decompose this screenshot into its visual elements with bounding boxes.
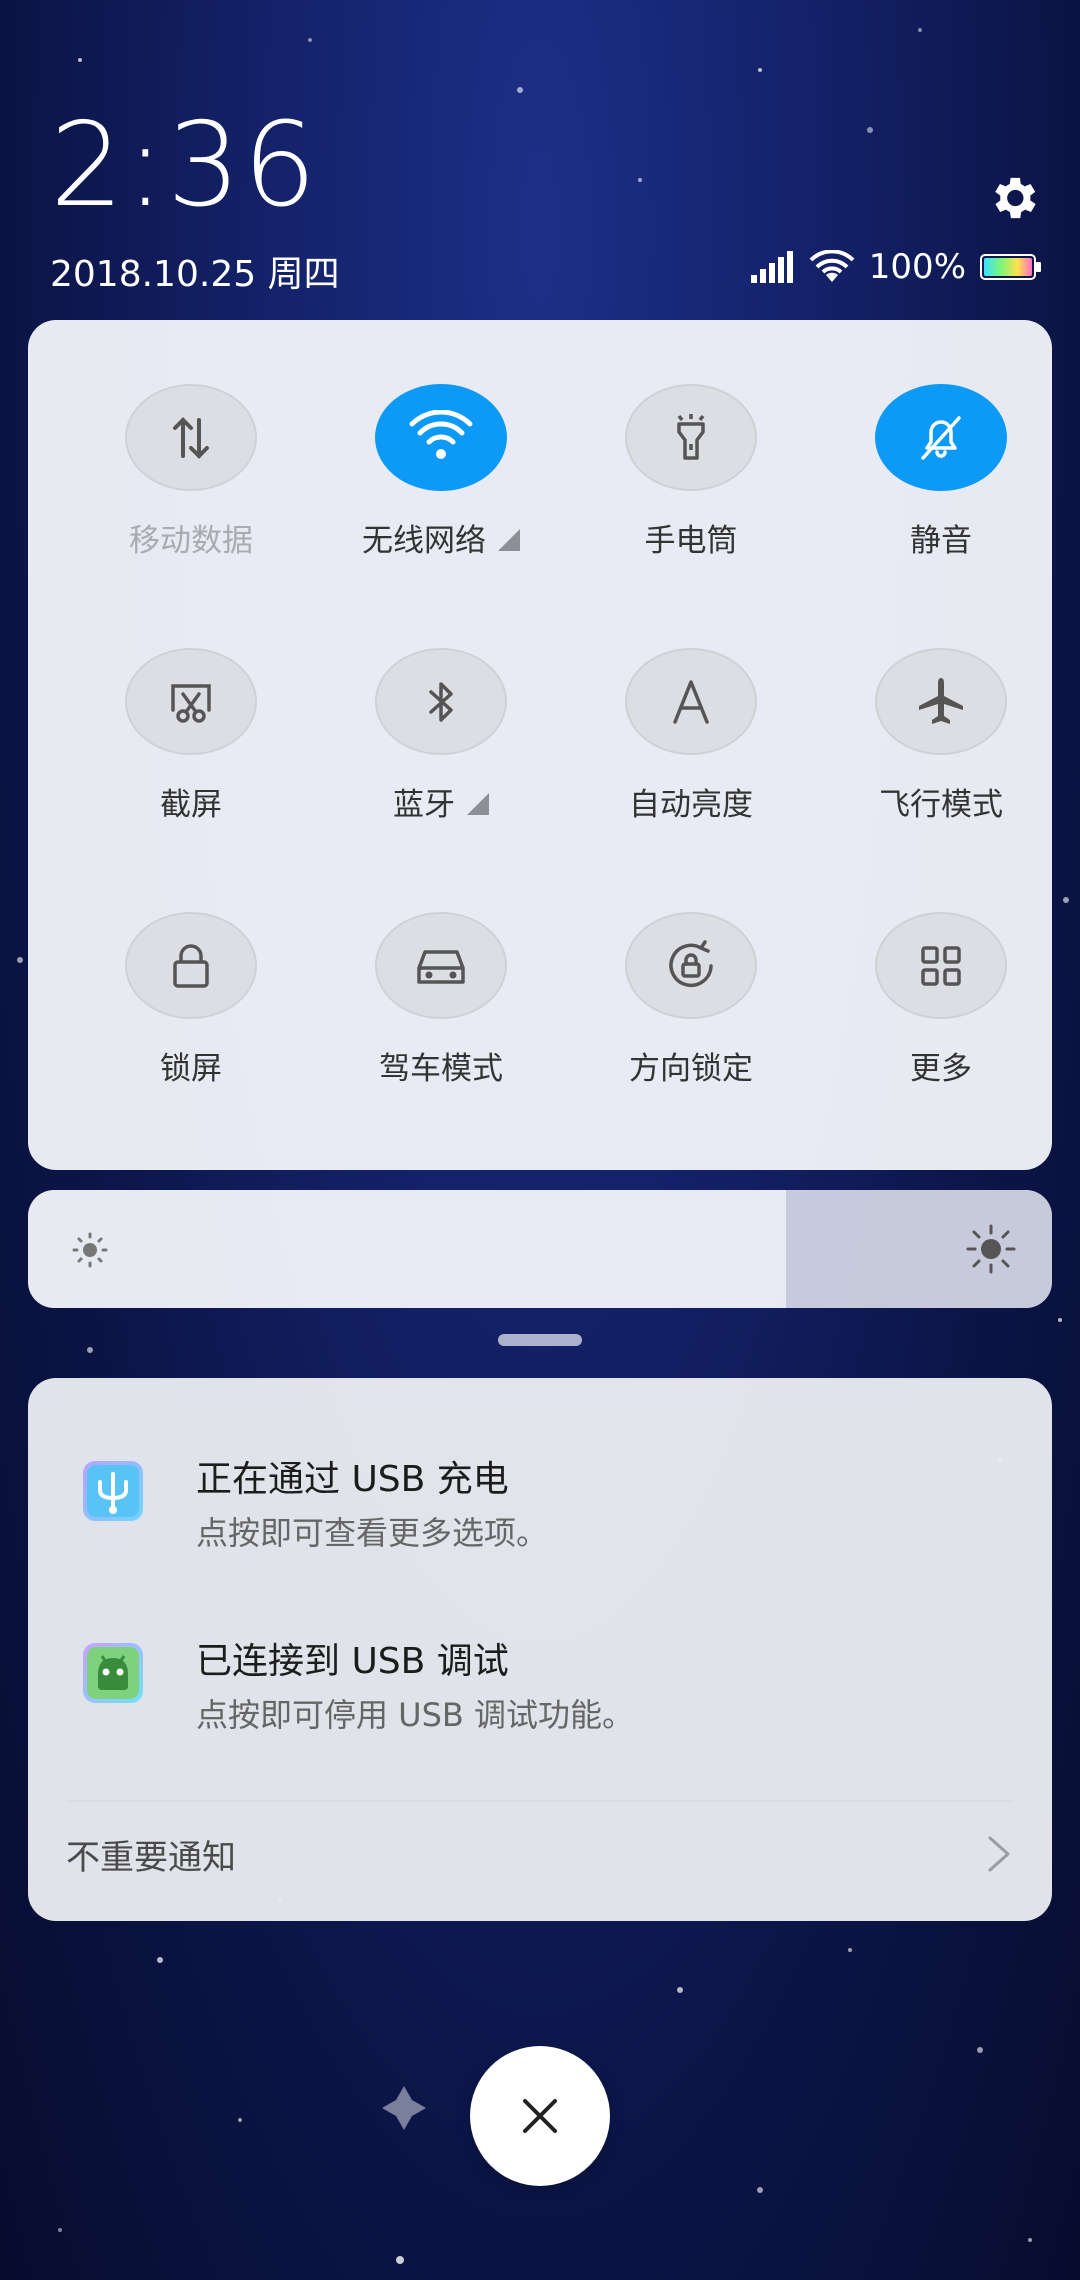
qs-tile-car[interactable]: 驾车模式 — [316, 848, 566, 1088]
notification-usb-charging[interactable]: 正在通过 USB 充电 点按即可查看更多选项。 — [28, 1428, 1052, 1588]
qs-tile-button[interactable] — [875, 384, 1007, 491]
qs-tile-label: 自动亮度 — [629, 779, 753, 824]
qs-tile-label: 方向锁定 — [629, 1043, 753, 1088]
qs-tile-mobile-data[interactable]: 移动数据 — [66, 320, 316, 560]
qs-tile-label-text: 锁屏 — [160, 1051, 222, 1087]
qs-tile-label: 截屏 — [160, 779, 222, 824]
qs-tile-button[interactable] — [125, 384, 257, 491]
qs-tile-button[interactable] — [125, 648, 257, 755]
notification-text: 点按即可停用 USB 调试功能。 — [196, 1696, 635, 1734]
notification-usb-debugging[interactable]: 已连接到 USB 调试 点按即可停用 USB 调试功能。 — [28, 1610, 1052, 1770]
qs-tile-label-text: 移动数据 — [129, 523, 253, 559]
qs-tile-wifi[interactable]: 无线网络 — [316, 320, 566, 560]
qs-tile-label-text: 静音 — [910, 523, 972, 559]
drag-handle[interactable] — [498, 1334, 582, 1346]
battery-percent: 100% — [868, 247, 966, 287]
expand-triangle-icon[interactable] — [467, 792, 489, 815]
qs-tile-label: 移动数据 — [129, 515, 253, 560]
qs-tile-label-text: 更多 — [910, 1051, 972, 1087]
qs-tile-label-text: 蓝牙 — [393, 787, 455, 823]
chevron-right-icon[interactable] — [984, 1834, 1014, 1874]
qs-tile-label: 手电筒 — [645, 515, 738, 560]
qs-tile-button[interactable] — [375, 912, 507, 1019]
lock-icon — [163, 938, 219, 994]
qs-tile-label: 蓝牙 — [393, 779, 489, 824]
qs-tile-screenshot[interactable]: 截屏 — [66, 584, 316, 824]
bell-muted-icon — [913, 410, 969, 466]
qs-tile-button[interactable] — [625, 912, 757, 1019]
qs-tile-label-text: 无线网络 — [362, 523, 486, 559]
qs-tile-rotation-lock[interactable]: 方向锁定 — [566, 848, 816, 1088]
qs-tile-label-text: 方向锁定 — [629, 1051, 753, 1087]
screenshot-icon — [163, 674, 219, 730]
android-debug-icon — [83, 1643, 143, 1703]
unimportant-notifications-label[interactable]: 不重要通知 — [66, 1830, 236, 1879]
notification-title: 正在通过 USB 充电 — [196, 1459, 509, 1500]
close-icon — [523, 2099, 557, 2133]
qs-tile-label-text: 截屏 — [160, 787, 222, 823]
date-label[interactable]: 2018.10.25 周四 — [50, 245, 340, 297]
usb-icon — [83, 1461, 143, 1521]
qs-tile-label-text: 自动亮度 — [629, 787, 753, 823]
qs-tile-label: 驾车模式 — [379, 1043, 503, 1088]
brightness-high-icon — [966, 1224, 1016, 1274]
flashlight-icon — [663, 410, 719, 466]
auto-brightness-icon — [663, 674, 719, 730]
rotation-lock-icon — [661, 936, 721, 996]
qs-tile-button[interactable] — [375, 384, 507, 491]
qs-tile-airplane[interactable]: 飞行模式 — [816, 584, 1066, 824]
qs-tile-button[interactable] — [375, 648, 507, 755]
qs-tile-button[interactable] — [125, 912, 257, 1019]
qs-tile-label: 更多 — [910, 1043, 972, 1088]
status-bar: 100% — [750, 245, 1042, 289]
qs-tile-grid[interactable]: 更多 — [816, 848, 1066, 1088]
airplane-icon — [913, 674, 969, 730]
qs-tile-label-text: 飞行模式 — [879, 787, 1003, 823]
notification-panel: 正在通过 USB 充电 点按即可查看更多选项。 已连接到 USB 调试 点按即可… — [28, 1378, 1052, 1921]
qs-tile-lock[interactable]: 锁屏 — [66, 848, 316, 1088]
quick-settings-panel: 移动数据 无线网络 手电筒 静音截屏 蓝牙 自动亮度 飞行模式锁屏 驾车模式 方向锁定 更多 — [28, 320, 1052, 1170]
notification-divider — [66, 1800, 1014, 1802]
brightness-low-icon — [72, 1232, 108, 1268]
clock-time[interactable]: 2:36 — [50, 108, 319, 224]
qs-tile-label: 锁屏 — [160, 1043, 222, 1088]
qs-tile-label-text: 驾车模式 — [379, 1051, 503, 1087]
qs-tile-button[interactable] — [625, 384, 757, 491]
notification-text: 点按即可查看更多选项。 — [196, 1514, 549, 1552]
notification-title: 已连接到 USB 调试 — [196, 1641, 509, 1682]
signal-icon — [750, 251, 793, 283]
qs-tile-label: 飞行模式 — [879, 779, 1003, 824]
wifi-icon — [409, 409, 473, 466]
expand-triangle-icon[interactable] — [498, 528, 520, 551]
qs-tile-bell-muted[interactable]: 静音 — [816, 320, 1066, 560]
mobile-data-icon — [163, 410, 219, 466]
close-button[interactable] — [470, 2046, 610, 2186]
qs-tile-label: 静音 — [910, 515, 972, 560]
battery-icon — [980, 254, 1041, 280]
qs-tile-auto-brightness[interactable]: 自动亮度 — [566, 584, 816, 824]
qs-tile-label-text: 手电筒 — [644, 523, 738, 559]
bluetooth-icon — [413, 674, 469, 730]
qs-tile-button[interactable] — [875, 912, 1007, 1019]
car-icon — [411, 938, 471, 994]
qs-tile-button[interactable] — [875, 648, 1007, 755]
qs-tile-bluetooth[interactable]: 蓝牙 — [316, 584, 566, 824]
qs-tile-button[interactable] — [625, 648, 757, 755]
qs-tile-flashlight[interactable]: 手电筒 — [566, 320, 816, 560]
wifi-status-icon — [809, 250, 855, 282]
brightness-slider[interactable] — [28, 1190, 1052, 1308]
settings-gear-icon[interactable] — [985, 170, 1041, 226]
qs-tile-label: 无线网络 — [362, 515, 520, 560]
grid-icon — [913, 938, 969, 994]
